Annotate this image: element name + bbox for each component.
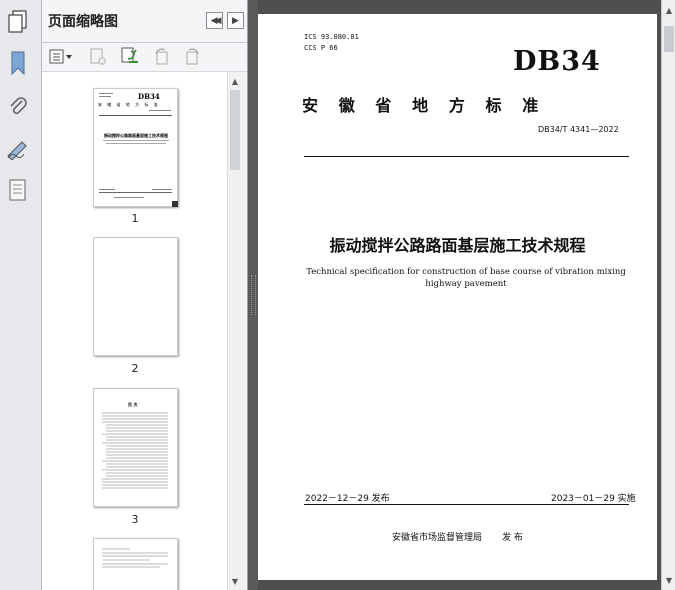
thumbnail-list: DB34 安 徽 省 地 方 标 准 振动搅拌公路路面基层施工技术规程 1 2 …: [42, 72, 232, 590]
standard-number: DB34/T 4341—2022: [538, 125, 619, 134]
scroll-down-icon[interactable]: ▼: [662, 573, 675, 587]
signature-icon[interactable]: [5, 136, 31, 162]
insert-page-icon: [121, 47, 138, 63]
rotate-cw-button[interactable]: [182, 47, 202, 67]
insert-page-button[interactable]: [120, 47, 140, 67]
thumbnail-label: 2: [131, 362, 139, 375]
bookmark-icon[interactable]: [5, 50, 31, 76]
thumbnail-options-button[interactable]: [48, 47, 74, 67]
document-title-en: Technical specification for construction…: [306, 267, 626, 289]
thumbnail-scrollbar[interactable]: ▲ ▼: [227, 72, 242, 590]
thumb-title: 振动搅拌公路路面基层施工技术规程: [104, 133, 168, 138]
thumb-logo: DB34: [138, 92, 160, 101]
panel-header: 页面缩略图 ◀◀ ▶: [42, 0, 247, 43]
document-scrollbar[interactable]: ▲ ▼: [661, 0, 675, 590]
collapse-panel-button[interactable]: ◀◀: [206, 12, 223, 29]
publish-date: 2022－12－29 发布: [305, 494, 390, 504]
rotate-ccw-button[interactable]: [152, 47, 172, 67]
toc-lines-graphic: [102, 412, 168, 489]
scroll-up-icon[interactable]: ▲: [662, 3, 675, 17]
db-logo: DB34: [513, 46, 601, 77]
scroll-down-icon[interactable]: ▼: [228, 574, 242, 588]
layers-icon[interactable]: [5, 178, 31, 204]
double-chevron-left-icon: ◀◀: [210, 15, 222, 26]
thumbnail-label: 1: [131, 212, 139, 225]
ics-code: ICS 93.080.01: [304, 33, 359, 41]
page-thumbnail-1[interactable]: DB34 安 徽 省 地 方 标 准 振动搅拌公路路面基层施工技术规程: [93, 88, 178, 207]
thumbnail-resize-handle[interactable]: [172, 201, 178, 207]
rotate-left-icon: [155, 48, 168, 65]
delete-page-button[interactable]: [88, 47, 108, 67]
attachment-icon[interactable]: [5, 94, 31, 120]
effective-date: 2023－01－29 实施: [551, 494, 636, 504]
header-rule: [304, 156, 629, 157]
panel-title: 页面缩略图: [48, 14, 118, 30]
page-thumbnails-icon[interactable]: [5, 9, 31, 35]
chevron-right-icon: ▶: [232, 15, 239, 26]
ccs-code: CCS P 66: [304, 44, 338, 52]
standard-type: 安 徽 省 地 方 标 准: [302, 96, 540, 115]
delete-page-icon: [90, 48, 106, 65]
scrollbar-thumb[interactable]: [230, 90, 240, 170]
thumbnail-label: 3: [131, 513, 139, 526]
scroll-up-icon[interactable]: ▲: [228, 74, 242, 88]
scrollbar-thumb[interactable]: [664, 26, 674, 52]
expand-panel-button[interactable]: ▶: [227, 12, 244, 29]
options-menu-icon: [49, 49, 72, 64]
thumb-header: 安 徽 省 地 方 标 准: [98, 102, 160, 107]
document-page: ICS 93.080.01 CCS P 66 DB34 安 徽 省 地 方 标 …: [258, 14, 657, 580]
page-thumbnail-3[interactable]: 目 次: [93, 388, 178, 507]
page-thumbnail-2[interactable]: [93, 237, 178, 356]
thumbnail-toolbar: [42, 43, 247, 72]
rotate-right-icon: [186, 48, 199, 65]
navigation-pane-strip: [0, 0, 42, 590]
page4-lines-graphic: [102, 548, 168, 568]
thumb-toc-heading: 目 次: [128, 402, 138, 407]
publisher: 安徽省市场监督管理局 发 布: [392, 533, 523, 543]
footer-rule: [304, 504, 629, 505]
page-thumbnail-4[interactable]: [93, 538, 178, 590]
panel-splitter[interactable]: [248, 0, 258, 590]
document-title-cn: 振动搅拌公路路面基层施工技术规程: [329, 236, 586, 255]
